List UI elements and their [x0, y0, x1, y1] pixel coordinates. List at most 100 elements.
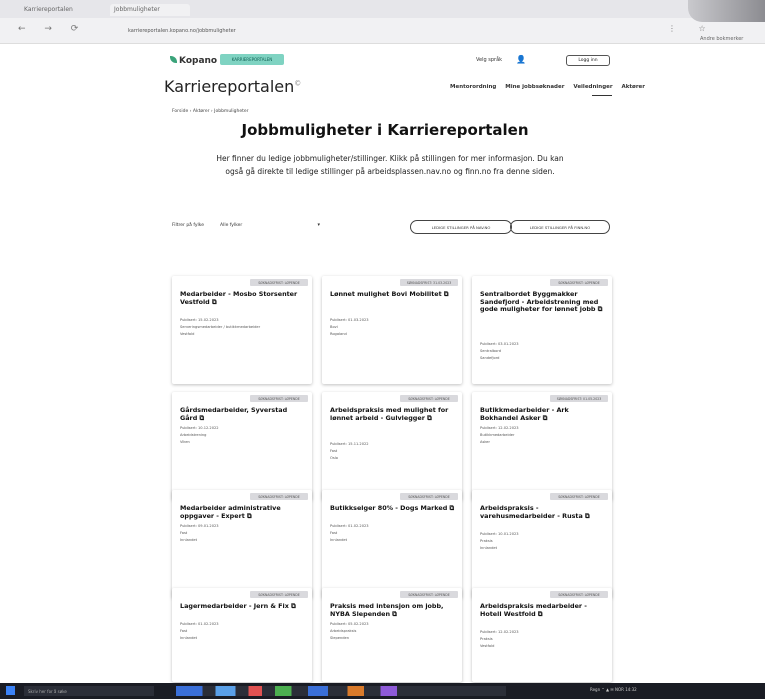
windows-start-icon[interactable] — [6, 686, 15, 695]
job-type: Fast — [180, 629, 188, 633]
county-filter-select[interactable]: Alle fylker ▾ — [218, 220, 322, 232]
windows-taskbar: Skriv her for å søke Regn ⌃ ▲ ✉ NOR 14:3… — [0, 683, 765, 699]
job-meta: Publisert: 09.01.2023 Fast Innlandet — [180, 523, 306, 544]
job-title[interactable]: Butikkmedarbeider - Ark Bokhandel Asker … — [480, 406, 606, 422]
deadline-badge: SØKNADSFRIST: LØPENDE — [550, 279, 608, 286]
browser-menu-icons[interactable]: ⋮ ☆ — [668, 24, 716, 33]
job-card[interactable]: SØKNADSFRIST: 31.03.2023 Lønnet mulighet… — [322, 276, 462, 384]
leaf-icon — [170, 56, 177, 63]
job-published: Publisert: 10.12.2022 — [180, 426, 219, 430]
job-title[interactable]: Butikkselger 80% - Dogs Marked ⧉ — [330, 504, 456, 513]
job-location: Vestfold — [480, 644, 495, 648]
brand-title[interactable]: Karriereportalen© — [164, 77, 301, 96]
bookmarks-label[interactable]: Andre bokmerker — [700, 36, 765, 42]
address-bar[interactable]: karriereportalen.kopano.no/jobbmulighete… — [128, 25, 318, 37]
job-title[interactable]: Lagermedarbeider - Jern & Fix ⧉ — [180, 602, 306, 611]
job-type: Fast — [180, 531, 188, 535]
job-location: Innlandet — [330, 538, 347, 542]
job-published: Publisert: 15.11.2022 — [330, 442, 369, 446]
taskbar-search[interactable]: Skriv her for å søke — [24, 686, 154, 696]
job-card[interactable]: SØKNADSFRIST: LØPENDE Arbeidspraksis med… — [322, 392, 462, 500]
job-type: Butikkmedarbeider — [480, 433, 515, 437]
job-location: Vestfold — [180, 332, 195, 336]
job-card[interactable]: SØKNADSFRIST: LØPENDE Butikkselger 80% -… — [322, 490, 462, 598]
job-type: Fast — [330, 449, 338, 453]
job-title[interactable]: Gårdsmedarbeider, Syverstad Gård ⧉ — [180, 406, 306, 422]
job-card[interactable]: SØKNADSFRIST: LØPENDE Medarbeider admini… — [172, 490, 312, 598]
intro-text: Her finner du ledige jobbmuligheter/stil… — [216, 154, 564, 176]
job-meta: Publisert: 05.02.2023 Arbeidspraksis Sle… — [330, 621, 456, 642]
job-meta: Publisert: 10.12.2022 Arbeidstrening Vik… — [180, 425, 306, 446]
county-filter-value: Alle fylker — [220, 223, 243, 228]
job-card[interactable]: SØKNADSFRIST: LØPENDE Praksis med intens… — [322, 588, 462, 682]
job-title[interactable]: Medarbeider - Mosbo Storsenter Vestfold … — [180, 290, 306, 306]
job-location: Viken — [180, 440, 190, 444]
job-published: Publisert: 12.02.2023 — [480, 426, 519, 430]
finn-jobs-button[interactable]: LEDIGE STILLINGER PÅ FINN.NO — [510, 220, 610, 234]
job-meta: Publisert: 01.02.2023 Fast Innlandet — [180, 621, 306, 642]
job-card[interactable]: SØKNADSFRIST: LØPENDE Lagermedarbeider -… — [172, 588, 312, 682]
browser-tab-1[interactable]: Karriereportalen — [20, 4, 90, 16]
job-title[interactable]: Arbeidspraksis - varehusmedarbeider - Ru… — [480, 504, 606, 520]
job-location: Innlandet — [480, 546, 497, 550]
brand-mark: © — [294, 79, 302, 88]
logo-text: Kopano — [179, 56, 218, 66]
deadline-badge: SØKNADSFRIST: LØPENDE — [250, 395, 308, 402]
job-meta: Publisert: 03.01.2023 Sentralbord Sandef… — [480, 341, 606, 362]
job-published: Publisert: 01.03.2023 — [330, 318, 369, 322]
nav-item-aktorer[interactable]: Aktører — [622, 84, 645, 90]
deadline-badge: SØKNADSFRIST: LØPENDE — [550, 591, 608, 598]
browser-toolbar: Karriereportalen Jobbmuligheter ← → ⟳ ka… — [0, 0, 765, 44]
job-published: Publisert: 03.01.2023 — [480, 342, 519, 346]
job-type: Sentralbord — [480, 349, 502, 353]
deadline-badge: SØKNADSFRIST: 01.05.2023 — [550, 395, 608, 402]
nav-jobs-button[interactable]: LEDIGE STILLINGER PÅ NAV.NO — [410, 220, 512, 234]
job-title[interactable]: Arbeidspraksis medarbeider - Hotell West… — [480, 602, 606, 618]
login-button[interactable]: Logg inn — [566, 55, 610, 66]
window-corner-decoration — [688, 0, 765, 22]
breadcrumb[interactable]: Forside › Aktører › Jobbmuligheter — [172, 109, 249, 114]
job-card[interactable]: SØKNADSFRIST: 01.05.2023 Butikkmedarbeid… — [472, 392, 612, 500]
job-card[interactable]: SØKNADSFRIST: LØPENDE Sentralbordet Bygg… — [472, 276, 612, 384]
job-published: Publisert: 01.02.2023 — [180, 622, 219, 626]
job-title[interactable]: Arbeidspraksis med mulighet for lønnet a… — [330, 406, 456, 422]
job-published: Publisert: 10.01.2023 — [480, 532, 519, 536]
job-title[interactable]: Lønnet mulighet Bovi Mobilitet ⧉ — [330, 290, 456, 299]
job-card[interactable]: SØKNADSFRIST: LØPENDE Arbeidspraksis - v… — [472, 490, 612, 598]
kopano-logo[interactable]: Kopano — [170, 56, 217, 66]
job-meta: Publisert: 01.03.2023 Bovi Rogaland — [330, 317, 456, 338]
county-filter-label: Filtrer på fylke — [172, 223, 205, 228]
main-nav: Mentorordning Mine jobbsøknader Veiledni… — [450, 84, 652, 90]
job-published: Publisert: 15.02.2023 — [180, 318, 219, 322]
job-title[interactable]: Medarbeider administrative oppgaver - Ex… — [180, 504, 306, 520]
job-meta: Publisert: 15.11.2022 Fast Oslo — [330, 441, 456, 462]
job-meta: Publisert: 12.02.2023 Butikkmedarbeider … — [480, 425, 606, 446]
job-meta: Publisert: 10.01.2023 Praksis Innlandet — [480, 531, 606, 552]
deadline-badge: SØKNADSFRIST: LØPENDE — [550, 493, 608, 500]
nav-item-mentorordning[interactable]: Mentorordning — [450, 84, 496, 90]
deadline-badge: SØKNADSFRIST: LØPENDE — [400, 493, 458, 500]
job-card[interactable]: SØKNADSFRIST: LØPENDE Medarbeider - Mosb… — [172, 276, 312, 384]
system-tray[interactable]: Regn ⌃ ▲ ✉ NOR 14:32 — [590, 687, 637, 692]
nav-item-jobbsoknader[interactable]: Mine jobbsøknader — [505, 84, 564, 90]
job-location: Asker — [480, 440, 490, 444]
site-header: Kopano KARRIEREPORTALEN Velg språk 👤 Log… — [164, 52, 645, 116]
job-meta: Publisert: 15.02.2023 Serveringsmedarbei… — [180, 317, 306, 338]
job-card[interactable]: SØKNADSFRIST: LØPENDE Arbeidspraksis med… — [472, 588, 612, 682]
browser-nav-icons[interactable]: ← → ⟳ — [18, 24, 86, 34]
nav-item-veiledninger[interactable]: Veiledninger — [573, 84, 612, 90]
job-meta: Publisert: 01.02.2023 Fast Innlandet — [330, 523, 456, 544]
job-published: Publisert: 12.02.2023 — [480, 630, 519, 634]
job-title[interactable]: Praksis med intensjon om jobb, NYBA Slep… — [330, 602, 456, 618]
user-icon[interactable]: 👤 — [516, 55, 526, 64]
taskbar-app-icons[interactable] — [176, 686, 506, 696]
language-selector[interactable]: Velg språk — [476, 57, 502, 63]
job-published: Publisert: 09.01.2023 — [180, 524, 219, 528]
job-type: Fast — [330, 531, 338, 535]
job-title[interactable]: Sentralbordet Byggmakker Sandefjord - Ar… — [480, 290, 606, 314]
job-type: Praksis — [480, 637, 493, 641]
job-type: Serveringsmedarbeider / butikkmedarbeide… — [180, 325, 261, 329]
tab-strip: Karriereportalen Jobbmuligheter — [0, 0, 765, 18]
browser-tab-2[interactable]: Jobbmuligheter — [110, 4, 190, 16]
job-card[interactable]: SØKNADSFRIST: LØPENDE Gårdsmedarbeider, … — [172, 392, 312, 500]
